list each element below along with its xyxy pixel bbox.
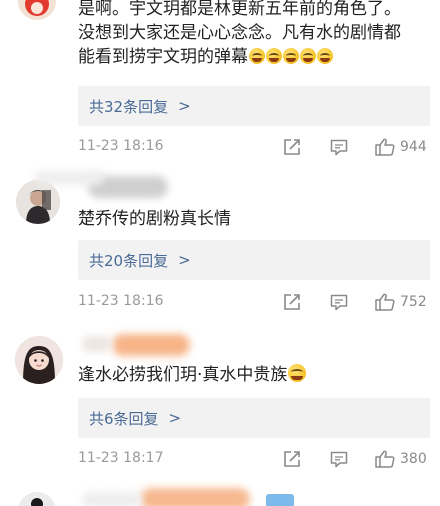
thumbs-up-icon: [375, 293, 395, 311]
replies-label: 共6条回复: [89, 409, 159, 428]
comment-text: 逢水必捞我们玥·真水中贵族: [78, 363, 433, 387]
comment-icon: [330, 451, 348, 468]
comment-button[interactable]: [328, 291, 350, 313]
member-badge-icon: [266, 494, 294, 506]
share-button[interactable]: [281, 136, 303, 158]
like-button[interactable]: 944: [374, 136, 427, 158]
smile-emoji-icon: [288, 364, 307, 382]
comment-line: 是啊。宇文玥都是林更新五年前的角色了。: [78, 0, 401, 19]
thumbs-up-icon: [375, 450, 395, 468]
comment-icon: [330, 139, 348, 156]
avatar[interactable]: [16, 180, 60, 224]
timestamp: 11-23 18:17: [78, 450, 164, 466]
like-count: 752: [400, 294, 427, 310]
comment-feed: 是啊。宇文玥都是林更新五年前的角色了。 没想到大家还是心心念念。凡有水的剧情都 …: [0, 0, 440, 506]
chevron-right-icon: >: [168, 409, 182, 427]
username-blurred[interactable]: [140, 488, 250, 506]
username-blurred[interactable]: [82, 336, 112, 352]
laughing-emoji-icon: [317, 48, 333, 64]
username-blurred[interactable]: [112, 334, 190, 356]
share-button[interactable]: [281, 448, 303, 470]
like-count: 944: [400, 139, 427, 155]
chevron-right-icon: >: [178, 97, 191, 115]
like-button[interactable]: 752: [374, 291, 427, 313]
username-blurred[interactable]: [34, 171, 104, 185]
comment-line-text: 能看到捞宇文玥的弹幕: [78, 47, 248, 67]
thumbs-up-icon: [375, 138, 395, 156]
comment-line: 没想到大家还是心心念念。凡有水的剧情都: [78, 23, 401, 43]
timestamp: 11-23 18:16: [78, 138, 164, 154]
laughing-emoji-icon: [249, 48, 265, 64]
share-button[interactable]: [281, 291, 303, 313]
laughing-emoji-icon: [300, 48, 316, 64]
view-replies-button[interactable]: 共6条回复 >: [78, 398, 430, 438]
comment-meta: 11-23 18:17 380: [78, 448, 432, 470]
like-button[interactable]: 380: [374, 448, 427, 470]
laughing-emoji-icon: [266, 48, 282, 64]
comment-button[interactable]: [328, 136, 350, 158]
comment-line: 能看到捞宇文玥的弹幕: [78, 45, 433, 69]
view-replies-button[interactable]: 共32条回复 >: [78, 86, 430, 126]
laughing-emoji-icon: [283, 48, 299, 64]
comment-icon: [330, 294, 348, 311]
share-icon: [284, 451, 300, 467]
avatar[interactable]: [15, 336, 63, 384]
comment-meta: 11-23 18:16 752: [78, 291, 432, 313]
replies-label: 共20条回复: [89, 251, 169, 270]
comment-text: 是啊。宇文玥都是林更新五年前的角色了。 没想到大家还是心心念念。凡有水的剧情都 …: [78, 0, 433, 69]
comment-button[interactable]: [328, 448, 350, 470]
comment-text: 楚乔传的剧粉真长情: [78, 209, 231, 229]
share-icon: [284, 294, 300, 310]
comment-meta: 11-23 18:16 944: [78, 136, 432, 158]
chevron-right-icon: >: [178, 251, 191, 269]
like-count: 380: [400, 451, 427, 467]
replies-label: 共32条回复: [89, 97, 169, 116]
avatar[interactable]: [18, 0, 56, 20]
view-replies-button[interactable]: 共20条回复 >: [78, 240, 430, 280]
comment-text-content: 逢水必捞我们玥·真水中贵族: [78, 365, 288, 385]
share-icon: [284, 139, 300, 155]
username-blurred[interactable]: [82, 492, 142, 506]
avatar[interactable]: [18, 492, 56, 506]
timestamp: 11-23 18:16: [78, 293, 164, 309]
